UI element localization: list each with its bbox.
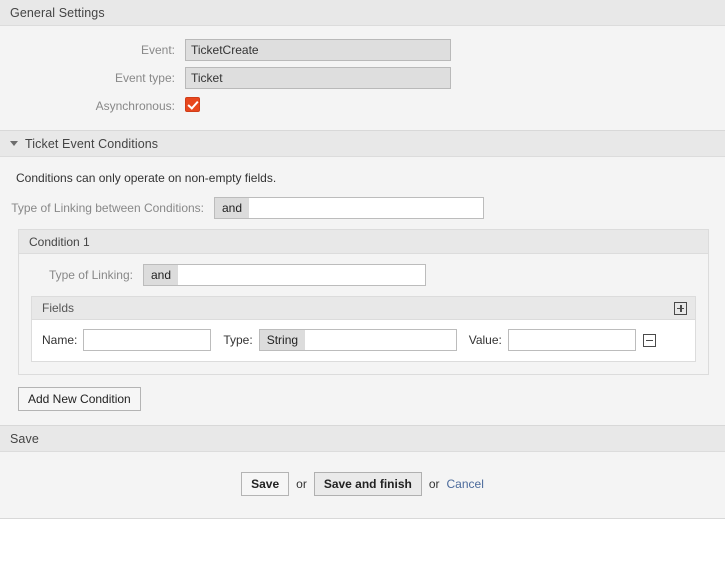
event-label: Event: (140, 43, 175, 57)
separator-or-2: or (428, 477, 440, 491)
condition-type-of-linking-field-wrap: and (143, 264, 696, 286)
fields-title: Fields (42, 301, 75, 315)
ticket-event-conditions-title: Ticket Event Conditions (25, 136, 159, 151)
save-header: Save (0, 426, 725, 452)
add-new-condition-button[interactable]: Add New Condition (18, 387, 141, 411)
type-of-linking-between-conditions-label: Type of Linking between Conditions: (11, 201, 204, 215)
fields-panel: Fields Name: Type: String Value: (31, 296, 696, 362)
selected-option-label[interactable]: and (215, 198, 250, 218)
event-field-wrap (185, 39, 725, 61)
event-type-label: Event type: (114, 71, 175, 85)
ticket-event-conditions-widget: Ticket Event Conditions Conditions can o… (0, 131, 725, 426)
event-type-input[interactable] (185, 67, 451, 89)
asynchronous-row: Asynchronous: (0, 92, 725, 118)
save-widget: Save Save or Save and finish or Cancel (0, 426, 725, 519)
condition-type-of-linking-row: Type of Linking: and (31, 264, 696, 296)
condition-panel-header: Condition 1 (19, 230, 708, 254)
condition-type-of-linking-label: Type of Linking: (48, 268, 133, 282)
general-settings-widget: General Settings Event: Event type: Asyn… (0, 0, 725, 131)
checkbox-checked-icon[interactable] (185, 97, 200, 112)
type-of-linking-between-conditions-select[interactable]: and (214, 197, 484, 219)
condition-panel-body: Type of Linking: and Fields Name: Type: … (19, 254, 708, 374)
asynchronous-field-wrap (185, 97, 725, 115)
conditions-note: Conditions can only operate on non-empty… (16, 171, 277, 185)
condition-panel: Condition 1 Type of Linking: and Fields … (18, 229, 709, 375)
condition-type-of-linking-select[interactable]: and (143, 264, 426, 286)
field-type-label: Type: (223, 333, 253, 347)
save-title: Save (10, 431, 39, 446)
type-of-linking-between-conditions-field-wrap: and (214, 197, 725, 219)
field-name-input[interactable] (83, 329, 212, 351)
separator-or-1: or (296, 477, 307, 491)
fields-row: Name: Type: String Value: (32, 320, 695, 361)
field-value-label: Value: (468, 333, 502, 347)
event-type-field-wrap (185, 67, 725, 89)
add-new-condition-wrap: Add New Condition (0, 375, 725, 425)
field-name-label: Name: (42, 333, 78, 347)
general-settings-header: General Settings (0, 0, 725, 26)
type-of-linking-between-conditions-row: Type of Linking between Conditions: and (0, 189, 725, 229)
fields-panel-header: Fields (32, 297, 695, 320)
settings-page: General Settings Event: Event type: Asyn… (0, 0, 725, 571)
plus-box-icon[interactable] (674, 301, 687, 315)
triangle-down-icon[interactable] (10, 141, 18, 146)
minus-box-icon[interactable] (642, 333, 656, 347)
condition-title: Condition 1 (29, 234, 90, 249)
save-button[interactable]: Save (241, 472, 290, 496)
selected-option-label[interactable]: and (144, 265, 179, 285)
cancel-link[interactable]: Cancel (447, 477, 484, 491)
general-settings-title: General Settings (10, 5, 105, 20)
save-body: Save or Save and finish or Cancel (0, 452, 725, 518)
selected-option-label[interactable]: String (259, 330, 306, 350)
ticket-event-conditions-header[interactable]: Ticket Event Conditions (0, 131, 725, 157)
field-type-select[interactable]: String (258, 329, 457, 351)
asynchronous-label: Asynchronous: (95, 99, 175, 113)
field-value-input[interactable] (507, 329, 636, 351)
event-row: Event: (0, 36, 725, 64)
general-settings-body: Event: Event type: Asynchronous: (0, 26, 725, 130)
event-type-row: Event type: (0, 64, 725, 92)
save-and-finish-button[interactable]: Save and finish (313, 472, 422, 496)
ticket-event-conditions-body: Conditions can only operate on non-empty… (0, 157, 725, 425)
event-input[interactable] (185, 39, 451, 61)
